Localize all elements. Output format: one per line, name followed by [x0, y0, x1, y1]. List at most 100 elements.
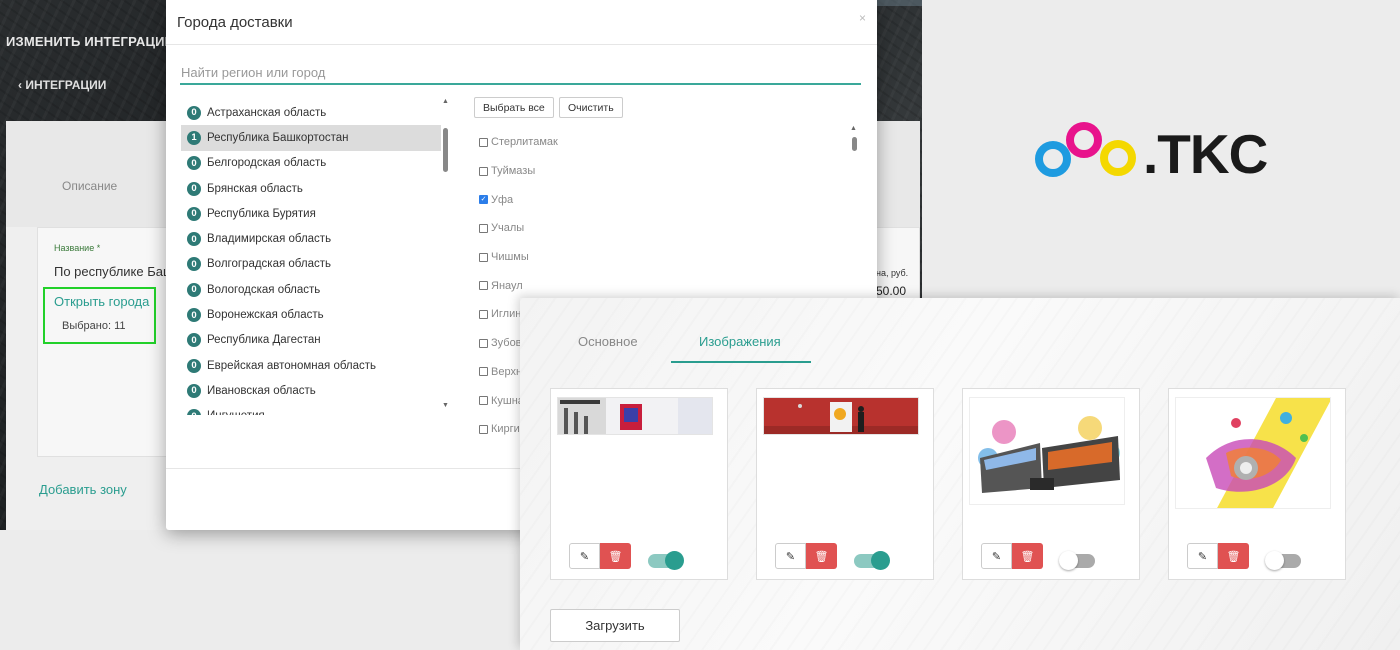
scroll-up-icon[interactable]: ▲ — [442, 98, 449, 105]
city-label: Уфа — [491, 193, 514, 206]
city-item[interactable]: ✓ Уфа — [479, 185, 839, 214]
active-tab-indicator — [671, 361, 811, 363]
region-item[interactable]: 0 Волгоградская область — [181, 252, 441, 277]
region-label: Еврейская автономная область — [207, 359, 377, 372]
image-card: ✎ 🗑 — [962, 388, 1140, 580]
tab-main[interactable]: Основное — [578, 334, 638, 349]
tab-images[interactable]: Изображения — [699, 334, 781, 349]
region-item[interactable]: 0 Брянская область — [181, 176, 441, 201]
city-checkbox[interactable] — [479, 338, 488, 348]
city-checkbox[interactable] — [479, 252, 488, 262]
name-value[interactable]: По республике Баш — [54, 264, 173, 279]
clear-button[interactable]: Очистить — [559, 97, 623, 118]
close-icon[interactable]: × — [859, 11, 866, 25]
delete-button[interactable]: 🗑 — [806, 543, 837, 569]
region-item[interactable]: 0 Владимирская область — [181, 226, 441, 251]
search-input[interactable] — [180, 61, 861, 85]
city-checkbox[interactable]: ✓ — [479, 195, 488, 205]
city-checkbox[interactable] — [479, 424, 488, 434]
city-checkbox[interactable] — [479, 166, 488, 176]
image-card: ✎ 🗑 — [756, 388, 934, 580]
pencil-icon: ✎ — [1197, 550, 1208, 563]
region-list: 0 Астраханская область 1 Республика Башкорт… — [181, 100, 441, 415]
toggle-knob — [1265, 551, 1284, 570]
visibility-toggle[interactable] — [1059, 551, 1095, 570]
region-label: Астраханская область — [207, 106, 327, 119]
count-badge: 0 — [187, 105, 201, 120]
region-label: Вологодская область — [207, 283, 321, 296]
trash-icon: 🗑 — [608, 550, 623, 563]
scroll-up-icon[interactable]: ▲ — [850, 125, 857, 132]
region-item[interactable]: 0 Еврейская автономная область — [181, 353, 441, 378]
city-item[interactable]: Янаул — [479, 271, 839, 300]
count-badge: 0 — [187, 333, 201, 348]
city-checkbox[interactable] — [479, 281, 488, 291]
city-checkbox[interactable] — [479, 137, 488, 147]
count-badge: 0 — [187, 257, 201, 272]
city-item[interactable]: Чишмы — [479, 243, 839, 272]
image-card: ✎ 🗑 — [1168, 388, 1346, 580]
toggle-knob — [871, 551, 890, 570]
region-item[interactable]: 0 Белгородская область — [181, 151, 441, 176]
city-scrollbar[interactable] — [852, 137, 857, 151]
count-badge: 0 — [187, 358, 201, 373]
edit-button[interactable]: ✎ — [775, 543, 806, 569]
pencil-icon: ✎ — [579, 550, 590, 563]
open-cities-link[interactable]: Открыть города — [54, 294, 149, 309]
city-item[interactable]: Туймазы — [479, 157, 839, 186]
images-panel: Основное Изображения ✎ 🗑 ✎ 🗑 ✎ 🗑 ✎ 🗑 Заг… — [520, 298, 1400, 650]
delete-button[interactable]: 🗑 — [600, 543, 631, 569]
city-item[interactable]: Учалы — [479, 214, 839, 243]
city-item[interactable]: Стерлитамак — [479, 128, 839, 157]
card-actions: ✎ 🗑 — [981, 543, 1043, 569]
price-label: на, руб. — [876, 268, 909, 278]
edit-button[interactable]: ✎ — [569, 543, 600, 569]
edit-button[interactable]: ✎ — [1187, 543, 1218, 569]
delete-button[interactable]: 🗑 — [1218, 543, 1249, 569]
region-item[interactable]: 0 Ингушетия — [181, 404, 441, 415]
back-link[interactable]: ‹ ИНТЕГРАЦИИ — [18, 78, 106, 92]
pencil-icon: ✎ — [785, 550, 796, 563]
gallery-room-photo[interactable] — [557, 397, 713, 435]
region-item[interactable]: 0 Вологодская область — [181, 277, 441, 302]
region-scrollbar[interactable] — [443, 128, 448, 172]
city-label: Учалы — [491, 222, 525, 235]
scroll-down-icon[interactable]: ▼ — [442, 402, 449, 409]
city-checkbox[interactable] — [479, 396, 488, 406]
printers-illustration[interactable] — [969, 397, 1125, 505]
region-item[interactable]: 0 Воронежская область — [181, 302, 441, 327]
visibility-toggle[interactable] — [1265, 551, 1301, 570]
region-item[interactable]: 1 Республика Башкортостан — [181, 125, 441, 151]
region-item[interactable]: 0 Ивановская область — [181, 378, 441, 403]
count-badge: 0 — [187, 206, 201, 221]
tab-description[interactable]: Описание — [62, 179, 117, 193]
trash-icon: 🗑 — [1226, 550, 1241, 563]
select-all-button[interactable]: Выбрать все — [474, 97, 554, 118]
card-actions: ✎ 🗑 — [775, 543, 837, 569]
top-right-bar — [876, 0, 922, 6]
visibility-toggle[interactable] — [648, 551, 684, 570]
edit-button[interactable]: ✎ — [981, 543, 1012, 569]
delete-button[interactable]: 🗑 — [1012, 543, 1043, 569]
city-checkbox[interactable] — [479, 223, 488, 233]
pencil-icon: ✎ — [991, 550, 1002, 563]
card-actions: ✎ 🗑 — [569, 543, 631, 569]
city-checkbox[interactable] — [479, 367, 488, 377]
red-wall-person-photo[interactable] — [763, 397, 919, 435]
region-label: Воронежская область — [207, 309, 324, 322]
region-item[interactable]: 0 Республика Дагестан — [181, 328, 441, 353]
upload-button[interactable]: Загрузить — [550, 609, 680, 642]
region-label: Республика Дагестан — [207, 334, 321, 347]
region-item[interactable]: 0 Республика Бурятия — [181, 201, 441, 226]
city-checkbox[interactable] — [479, 309, 488, 319]
city-label: Туймазы — [491, 165, 536, 178]
region-item[interactable]: 0 Астраханская область — [181, 100, 441, 125]
modal-title: Города доставки — [177, 14, 293, 31]
visibility-toggle[interactable] — [854, 551, 890, 570]
region-label: Волгоградская область — [207, 258, 331, 271]
toggle-knob — [1059, 551, 1078, 570]
paint-splash-roll-illustration[interactable] — [1175, 397, 1331, 509]
add-zone-link[interactable]: Добавить зону — [39, 482, 127, 497]
count-badge: 0 — [187, 232, 201, 247]
city-label: Янаул — [491, 279, 523, 292]
